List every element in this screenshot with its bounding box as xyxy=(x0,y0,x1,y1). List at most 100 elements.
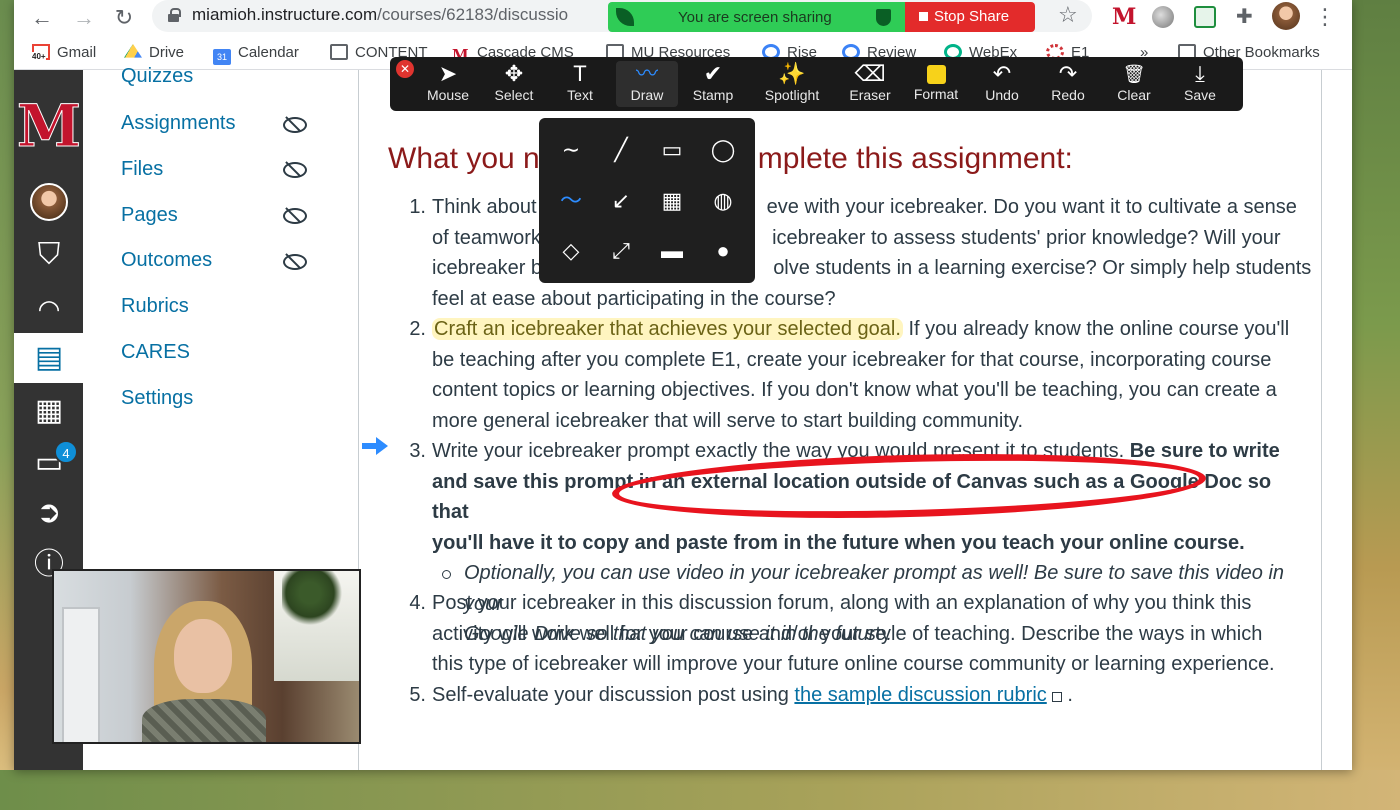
sample-rubric-link[interactable]: the sample discussion rubric xyxy=(794,684,1046,706)
extensions-puzzle-icon[interactable]: ✚ xyxy=(1236,6,1258,28)
stop-share-button[interactable]: Stop Share xyxy=(905,2,1035,32)
tool-save[interactable]: ⤓Save xyxy=(1174,61,1226,107)
bookmark-calendar[interactable]: 31Calendar xyxy=(213,44,299,65)
tool-redo[interactable]: ↷Redo xyxy=(1042,61,1094,107)
select-move-icon: ✥ xyxy=(486,61,542,87)
text-icon: T xyxy=(552,61,608,87)
tool-stamp[interactable]: ✔Stamp xyxy=(684,61,742,107)
webcam-video-thumbnail[interactable] xyxy=(52,569,361,744)
security-shield-icon xyxy=(876,9,891,26)
miami-logo[interactable]: M xyxy=(16,98,82,154)
ellipse-outline-icon[interactable]: ◯ xyxy=(703,130,743,170)
list-item: 2. Craft an icebreaker that achieves you… xyxy=(432,314,1312,436)
calendar-icon[interactable]: ▦ xyxy=(30,392,68,430)
draw-options-popup: ∼ ╱ ▭ ◯ 〜 ↙ ▦ ◍ ◇ ⤢ ▬ ● xyxy=(539,118,755,283)
save-download-icon: ⤓ xyxy=(1174,61,1226,87)
tool-text[interactable]: TText xyxy=(552,61,608,107)
inbox-unread-badge: 4 xyxy=(54,440,78,464)
ellipse-semi-fill-icon[interactable]: ◍ xyxy=(703,181,743,221)
course-nav-outcomes[interactable]: Outcomes xyxy=(121,249,212,272)
course-nav-files[interactable]: Files xyxy=(121,158,163,181)
forward-arrow-icon[interactable]: → xyxy=(70,4,98,32)
course-nav-quizzes[interactable]: Quizzes xyxy=(121,65,193,88)
tool-spotlight[interactable]: ✨Spotlight xyxy=(756,61,828,107)
drive-icon xyxy=(124,44,142,60)
mouse-pointer-icon: ➤ xyxy=(420,61,476,87)
highlighted-text: Craft an icebreaker that achieves your s… xyxy=(432,318,903,340)
arrow-line-icon[interactable]: ↙ xyxy=(601,181,641,221)
undo-icon: ↶ xyxy=(976,61,1028,87)
course-nav-rubrics[interactable]: Rubrics xyxy=(121,295,189,318)
admin-shield-icon[interactable]: ⛉ xyxy=(30,236,68,274)
trash-icon: 🗑 xyxy=(1108,61,1160,87)
commons-icon[interactable]: ➲ xyxy=(30,494,68,532)
blue-arrow-annotation xyxy=(362,436,388,456)
courses-nav-active[interactable]: ▤ xyxy=(14,333,83,383)
tool-undo[interactable]: ↶Undo xyxy=(976,61,1028,107)
hidden-eye-icon xyxy=(283,208,305,222)
eraser-icon: ⌫ xyxy=(842,61,898,87)
close-annotation-icon[interactable]: ✕ xyxy=(396,60,414,78)
bookmark-gmail[interactable]: 40+Gmail xyxy=(32,44,96,61)
tool-format[interactable]: Format xyxy=(908,61,964,107)
courses-book-icon: ▤ xyxy=(30,339,68,377)
rectangle-semi-fill-icon[interactable]: ▦ xyxy=(652,181,692,221)
spotlight-wand-icon: ✨ xyxy=(756,61,828,87)
reload-icon[interactable]: ↻ xyxy=(110,4,138,32)
rectangle-filled-icon[interactable]: ▬ xyxy=(652,231,692,271)
screen-share-banner: You are screen sharing Stop Share xyxy=(608,2,1035,32)
course-nav-cares[interactable]: CARES xyxy=(121,341,190,364)
tool-select[interactable]: ✥Select xyxy=(486,61,542,107)
back-arrow-icon[interactable]: ← xyxy=(28,4,56,32)
profile-avatar[interactable] xyxy=(1272,2,1300,30)
webcam-background-plant xyxy=(282,571,352,626)
browser-window: ← → ↻ miamioh.instructure.com/courses/62… xyxy=(14,0,1352,770)
tool-eraser[interactable]: ⌫Eraser xyxy=(842,61,898,107)
hidden-eye-icon xyxy=(283,254,305,268)
list-item: 4. Post your icebreaker in this discussi… xyxy=(432,588,1312,680)
hidden-eye-icon xyxy=(283,117,305,131)
kebab-menu-icon[interactable]: ⋮ xyxy=(1314,6,1336,28)
annotation-toolbar: ✕ ➤Mouse ✥Select TText 〰Draw ✔Stamp ✨Spo… xyxy=(390,57,1243,111)
calendar-icon: 31 xyxy=(213,49,231,65)
list-item: 5. Self-evaluate your discussion post us… xyxy=(432,680,1312,711)
discussion-content: What you nmplete this assignment: 1. Thi… xyxy=(360,70,1322,770)
double-arrow-icon[interactable]: ⤢ xyxy=(601,231,641,271)
bookmark-drive[interactable]: Drive xyxy=(124,44,184,61)
format-swatch-icon xyxy=(927,65,946,84)
rectangle-outline-icon[interactable]: ▭ xyxy=(652,130,692,170)
hidden-eye-icon xyxy=(283,162,305,176)
gmail-icon: 40+ xyxy=(32,44,50,60)
tool-clear[interactable]: 🗑Clear xyxy=(1108,61,1160,107)
tool-draw[interactable]: 〰Draw xyxy=(616,61,678,107)
zoom-leaf-icon xyxy=(616,8,634,26)
url-text[interactable]: miamioh.instructure.com/courses/62183/di… xyxy=(192,5,568,25)
extension-checklist-icon[interactable] xyxy=(1194,6,1216,28)
straight-line-icon[interactable]: ╱ xyxy=(601,130,641,170)
extension-circle-icon[interactable] xyxy=(1152,6,1174,28)
external-link-icon xyxy=(1052,692,1062,702)
desktop-wallpaper-right xyxy=(1350,0,1400,810)
freehand-line-icon[interactable]: ∼ xyxy=(551,130,591,170)
bullet-circle-icon xyxy=(442,570,451,579)
redo-icon: ↷ xyxy=(1042,61,1094,87)
webcam-background-door xyxy=(62,607,100,744)
sharing-status-area: You are screen sharing xyxy=(608,2,905,32)
webcam-person-face xyxy=(174,619,232,693)
bookmark-star-icon[interactable]: ☆ xyxy=(1058,2,1078,28)
folder-icon xyxy=(330,44,348,60)
draw-squiggle-icon: 〰 xyxy=(616,61,678,87)
tool-mouse[interactable]: ➤Mouse xyxy=(420,61,476,107)
lock-icon xyxy=(168,8,179,22)
account-avatar[interactable] xyxy=(30,183,68,221)
diamond-outline-icon[interactable]: ◇ xyxy=(551,231,591,271)
course-nav-settings[interactable]: Settings xyxy=(121,387,193,410)
course-nav-assignments[interactable]: Assignments xyxy=(121,112,236,135)
dashboard-gauge-icon[interactable]: ◠ xyxy=(30,290,68,328)
ellipse-filled-icon[interactable]: ● xyxy=(703,231,743,271)
miami-extension-icon[interactable]: M xyxy=(1112,6,1134,28)
freehand-thick-icon[interactable]: 〜 xyxy=(551,181,591,221)
course-nav-pages[interactable]: Pages xyxy=(121,204,178,227)
webcam-person-shirt xyxy=(142,699,266,744)
desktop-wallpaper-bottom xyxy=(0,770,1400,810)
